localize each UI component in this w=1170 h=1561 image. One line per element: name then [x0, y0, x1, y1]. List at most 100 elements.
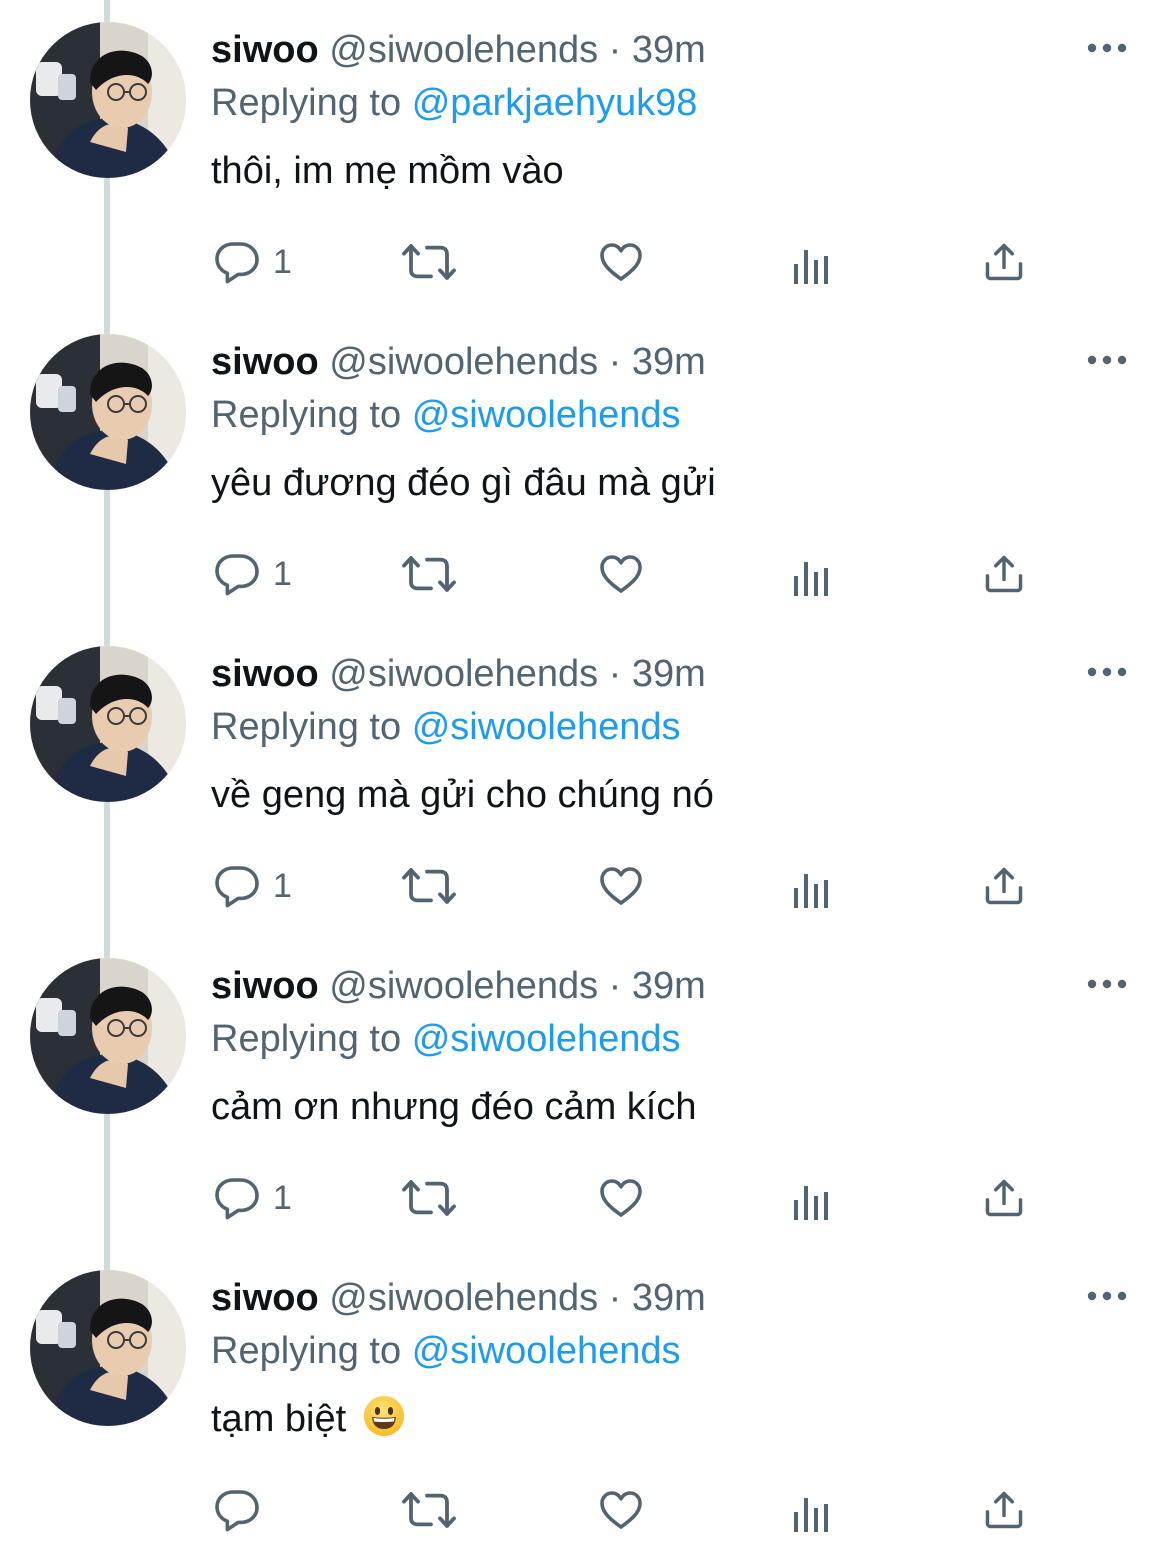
like-button[interactable] [596, 1170, 646, 1226]
like-icon [596, 238, 646, 286]
retweet-icon [400, 862, 458, 910]
avatar[interactable] [30, 1270, 186, 1426]
timestamp[interactable]: 39m [632, 341, 706, 383]
replying-to: Replying to @parkjaehyuk98 [211, 79, 697, 127]
timestamp[interactable]: 39m [632, 653, 706, 695]
tweet[interactable]: siwoo @siwoolehends · 39m Replying to @s… [0, 624, 1170, 936]
avatar[interactable] [30, 958, 186, 1114]
tweet-header: siwoo @siwoolehends · 39m [211, 26, 706, 74]
retweet-icon [400, 238, 458, 286]
views-icon [792, 862, 834, 910]
share-button[interactable] [982, 546, 1026, 602]
like-icon [596, 1486, 646, 1534]
avatar[interactable] [30, 334, 186, 490]
retweet-button[interactable] [400, 234, 458, 290]
tweet-actions: 1 [0, 858, 1170, 914]
reply-count: 1 [273, 554, 292, 593]
reply-icon [213, 238, 261, 286]
tweet-text: yêu đương đéo gì đâu mà gửi [211, 459, 716, 507]
views-button[interactable] [792, 234, 834, 290]
user-handle[interactable]: @siwoolehends [329, 653, 598, 695]
tweet[interactable]: siwoo @siwoolehends · 39m Replying to @p… [0, 0, 1170, 312]
reply-button[interactable]: 1 [213, 546, 292, 602]
mention-link[interactable]: @siwoolehends [412, 1330, 681, 1372]
replying-prefix: Replying to [211, 1018, 402, 1060]
tweet-actions: 1 [0, 546, 1170, 602]
tweet-header: siwoo @siwoolehends · 39m [211, 338, 706, 386]
views-icon [792, 1174, 834, 1222]
tweet[interactable]: siwoo @siwoolehends · 39m Replying to @s… [0, 936, 1170, 1248]
user-handle[interactable]: @siwoolehends [329, 29, 598, 71]
reply-button[interactable]: 1 [213, 858, 292, 914]
display-name[interactable]: siwoo [211, 965, 319, 1007]
tweet-text-content: tạm biệt [211, 1398, 347, 1440]
separator-dot: · [608, 341, 622, 383]
mention-link[interactable]: @siwoolehends [412, 1018, 681, 1060]
replying-to: Replying to @siwoolehends [211, 391, 681, 439]
replying-prefix: Replying to [211, 1330, 402, 1372]
share-icon [982, 1174, 1026, 1222]
share-button[interactable] [982, 858, 1026, 914]
share-icon [982, 862, 1026, 910]
share-icon [982, 1486, 1026, 1534]
share-button[interactable] [982, 234, 1026, 290]
tweet-text: cảm ơn nhưng đéo cảm kích [211, 1083, 696, 1131]
reply-icon [213, 550, 261, 598]
like-button[interactable] [596, 1482, 646, 1538]
display-name[interactable]: siwoo [211, 653, 319, 695]
tweet-actions [0, 1482, 1170, 1538]
more-icon[interactable] [1086, 36, 1128, 60]
reply-button[interactable]: 1 [213, 234, 292, 290]
user-handle[interactable]: @siwoolehends [329, 1277, 598, 1319]
share-icon [982, 550, 1026, 598]
retweet-button[interactable] [400, 546, 458, 602]
tweet[interactable]: siwoo @siwoolehends · 39m Replying to @s… [0, 1248, 1170, 1560]
timestamp[interactable]: 39m [632, 1277, 706, 1319]
retweet-button[interactable] [400, 1170, 458, 1226]
replying-to: Replying to @siwoolehends [211, 703, 681, 751]
share-button[interactable] [982, 1482, 1026, 1538]
views-button[interactable] [792, 1170, 834, 1226]
separator-dot: · [608, 29, 622, 71]
retweet-icon [400, 1486, 458, 1534]
more-icon[interactable] [1086, 1284, 1128, 1308]
mention-link[interactable]: @parkjaehyuk98 [412, 82, 698, 124]
timestamp[interactable]: 39m [632, 965, 706, 1007]
like-icon [596, 862, 646, 910]
like-button[interactable] [596, 546, 646, 602]
separator-dot: · [608, 653, 622, 695]
tweet-text: tạm biệt [211, 1395, 405, 1449]
more-icon[interactable] [1086, 348, 1128, 372]
replying-prefix: Replying to [211, 706, 402, 748]
timestamp[interactable]: 39m [632, 29, 706, 71]
reply-icon [213, 1486, 261, 1534]
mention-link[interactable]: @siwoolehends [412, 394, 681, 436]
share-button[interactable] [982, 1170, 1026, 1226]
retweet-icon [400, 550, 458, 598]
more-icon[interactable] [1086, 660, 1128, 684]
avatar[interactable] [30, 22, 186, 178]
retweet-button[interactable] [400, 858, 458, 914]
views-button[interactable] [792, 858, 834, 914]
reply-button[interactable] [213, 1482, 273, 1538]
reply-button[interactable]: 1 [213, 1170, 292, 1226]
reply-count: 1 [273, 242, 292, 281]
display-name[interactable]: siwoo [211, 29, 319, 71]
mention-link[interactable]: @siwoolehends [412, 706, 681, 748]
like-button[interactable] [596, 234, 646, 290]
avatar[interactable] [30, 646, 186, 802]
user-handle[interactable]: @siwoolehends [329, 341, 598, 383]
user-handle[interactable]: @siwoolehends [329, 965, 598, 1007]
views-button[interactable] [792, 1482, 834, 1538]
retweet-button[interactable] [400, 1482, 458, 1538]
display-name[interactable]: siwoo [211, 1277, 319, 1319]
tweet[interactable]: siwoo @siwoolehends · 39m Replying to @s… [0, 312, 1170, 624]
views-button[interactable] [792, 546, 834, 602]
like-button[interactable] [596, 858, 646, 914]
views-icon [792, 238, 834, 286]
display-name[interactable]: siwoo [211, 341, 319, 383]
tweet-header: siwoo @siwoolehends · 39m [211, 962, 706, 1010]
tweet-text-content: thôi, im mẹ mồm vào [211, 150, 564, 192]
like-icon [596, 1174, 646, 1222]
more-icon[interactable] [1086, 972, 1128, 996]
